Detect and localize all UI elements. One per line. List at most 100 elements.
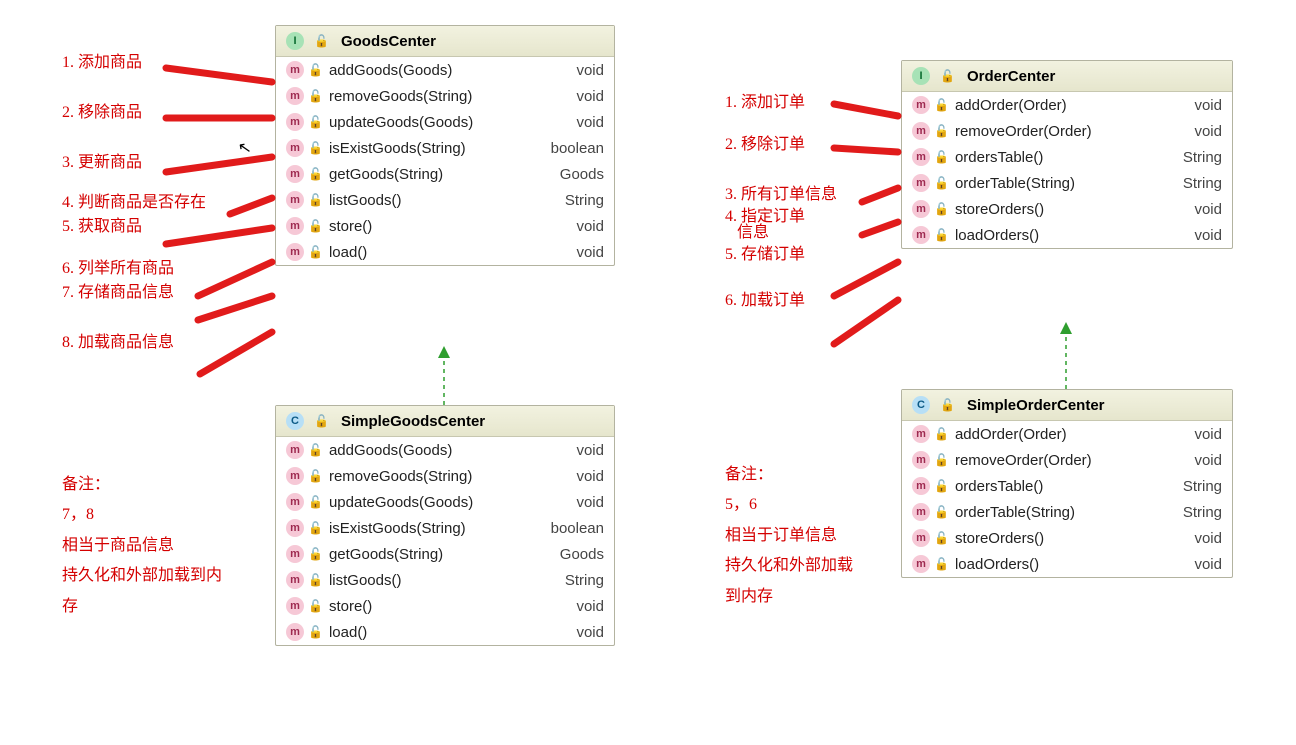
- note-order: 备注： 5，6 相当于订单信息 持久化和外部加载 到内存: [725, 460, 853, 612]
- method-return-type: void: [1162, 201, 1222, 218]
- method-badge-icon: m: [912, 226, 930, 244]
- method-return-type: Goods: [544, 166, 604, 183]
- method-return-type: String: [1162, 149, 1222, 166]
- annot-item: 8. 加载商品信息: [62, 335, 206, 351]
- lock-icon: 🔓: [934, 202, 949, 216]
- method-signature: load(): [329, 244, 542, 261]
- method-signature: removeOrder(Order): [955, 452, 1160, 469]
- interface-badge-icon: I: [286, 32, 304, 50]
- annot-item: 4. 指定订单 信息: [725, 209, 837, 241]
- lock-icon: 🔓: [308, 167, 323, 181]
- annot-item: 6. 加载订单: [725, 293, 837, 309]
- method-return-type: void: [544, 624, 604, 641]
- method-badge-icon: m: [912, 477, 930, 495]
- uml-header: C🔓SimpleGoodsCenter: [276, 406, 614, 437]
- lock-icon: 🔓: [308, 521, 323, 535]
- lock-icon: 🔓: [934, 453, 949, 467]
- method-badge-icon: m: [286, 545, 304, 563]
- method-return-type: void: [1162, 123, 1222, 140]
- method-signature: addOrder(Order): [955, 97, 1160, 114]
- lock-icon: 🔓: [308, 469, 323, 483]
- method-badge-icon: m: [286, 519, 304, 537]
- method-row: m🔓orderTable(String)String: [902, 170, 1232, 196]
- class-title: GoodsCenter: [341, 33, 436, 50]
- method-return-type: void: [544, 62, 604, 79]
- method-badge-icon: m: [286, 217, 304, 235]
- method-return-type: String: [1162, 175, 1222, 192]
- method-row: m🔓removeGoods(String)void: [276, 463, 614, 489]
- lock-icon: 🔓: [308, 141, 323, 155]
- method-badge-icon: m: [286, 571, 304, 589]
- method-return-type: void: [544, 442, 604, 459]
- lock-icon: 🔓: [308, 115, 323, 129]
- method-badge-icon: m: [912, 425, 930, 443]
- class-badge-icon: C: [912, 396, 930, 414]
- method-badge-icon: m: [286, 191, 304, 209]
- method-row: m🔓store()void: [276, 593, 614, 619]
- annot-item: 5. 存储订单: [725, 247, 837, 263]
- method-signature: loadOrders(): [955, 227, 1160, 244]
- method-row: m🔓ordersTable()String: [902, 144, 1232, 170]
- interface-badge-icon: I: [912, 67, 930, 85]
- annot-item: 3. 所有订单信息: [725, 187, 837, 203]
- lock-icon: 🔓: [308, 547, 323, 561]
- method-row: m🔓addGoods(Goods)void: [276, 57, 614, 83]
- uml-class-simpleordercenter: C🔓SimpleOrderCenterm🔓addOrder(Order)void…: [901, 389, 1233, 578]
- method-signature: storeOrders(): [955, 201, 1160, 218]
- method-return-type: boolean: [544, 140, 604, 157]
- method-row: m🔓listGoods()String: [276, 567, 614, 593]
- method-return-type: void: [544, 88, 604, 105]
- lock-icon: 🔓: [308, 63, 323, 77]
- lock-icon: 🔓: [308, 573, 323, 587]
- method-return-type: void: [544, 468, 604, 485]
- method-return-type: boolean: [544, 520, 604, 537]
- method-signature: listGoods(): [329, 192, 542, 209]
- method-badge-icon: m: [912, 200, 930, 218]
- uml-interface-goodscenter: I 🔓 GoodsCenter m🔓addGoods(Goods)void m 🔓 remo…: [275, 25, 615, 266]
- method-signature: load(): [329, 624, 542, 641]
- method-signature: getGoods(String): [329, 546, 542, 563]
- lock-icon: 🔓: [308, 443, 323, 457]
- method-badge-icon: m: [286, 113, 304, 131]
- lock-icon: 🔓: [934, 98, 949, 112]
- annot-item: 2. 移除订单: [725, 137, 837, 153]
- annot-item: 3. 更新商品: [62, 155, 206, 171]
- lock-icon: 🔓: [940, 69, 955, 83]
- lock-icon: 🔓: [308, 193, 323, 207]
- lock-icon: 🔓: [308, 599, 323, 613]
- annot-item: 1. 添加订单: [725, 95, 837, 111]
- method-return-type: void: [1162, 556, 1222, 573]
- method-row: m🔓load()void: [276, 239, 614, 265]
- red-pointers-order: [834, 104, 898, 344]
- method-badge-icon: m: [912, 503, 930, 521]
- method-return-type: String: [544, 572, 604, 589]
- method-signature: ordersTable(): [955, 149, 1160, 166]
- method-row: m🔓updateGoods(Goods)void: [276, 109, 614, 135]
- lock-icon: 🔓: [308, 625, 323, 639]
- method-badge-icon: m: [286, 493, 304, 511]
- method-badge-icon: m: [912, 529, 930, 547]
- method-signature: addGoods(Goods): [329, 442, 542, 459]
- lock-icon: 🔓: [314, 414, 329, 428]
- annot-item: 2. 移除商品: [62, 105, 206, 121]
- uml-interface-ordercenter: I🔓OrderCenterm🔓addOrder(Order)voidm🔓remo…: [901, 60, 1233, 249]
- annotations-goods: 1. 添加商品 2. 移除商品 3. 更新商品 4. 判断商品是否存在 5. 获…: [62, 55, 206, 373]
- method-badge-icon: m: [286, 139, 304, 157]
- method-signature: isExistGoods(String): [329, 520, 542, 537]
- method-return-type: void: [544, 494, 604, 511]
- method-badge-icon: m: [286, 87, 304, 105]
- lock-icon: 🔓: [308, 495, 323, 509]
- method-badge-icon: m: [286, 243, 304, 261]
- method-return-type: void: [1162, 97, 1222, 114]
- method-row: m🔓addOrder(Order)void: [902, 92, 1232, 118]
- method-signature: removeGoods(String): [329, 88, 542, 105]
- annot-item: 6. 列举所有商品: [62, 261, 206, 277]
- method-return-type: void: [1162, 452, 1222, 469]
- lock-icon: 🔓: [308, 89, 323, 103]
- method-return-type: void: [544, 114, 604, 131]
- method-signature: storeOrders(): [955, 530, 1160, 547]
- method-row: m🔓isExistGoods(String)boolean: [276, 135, 614, 161]
- method-signature: store(): [329, 218, 542, 235]
- method-row: m🔓removeOrder(Order)void: [902, 118, 1232, 144]
- lock-icon: 🔓: [314, 34, 329, 48]
